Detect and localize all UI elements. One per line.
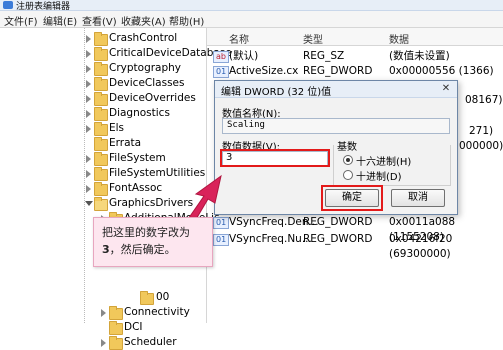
folder-icon [109, 321, 123, 335]
instruction-note: 把这里的数字改为 3，然后确定。 [93, 217, 213, 267]
instruction-suffix: ，然后确定。 [109, 243, 176, 256]
instruction-prefix: 把这里的数字改为 [102, 226, 190, 239]
annotation-arrow [185, 174, 222, 227]
tree-item-label: Scheduler [124, 336, 177, 348]
instruction-number: 3 [102, 243, 110, 256]
expand-arrow-icon[interactable] [101, 339, 106, 347]
folder-icon [109, 336, 123, 350]
instruction-text: 把这里的数字改为 3，然后确定。 [102, 224, 208, 258]
